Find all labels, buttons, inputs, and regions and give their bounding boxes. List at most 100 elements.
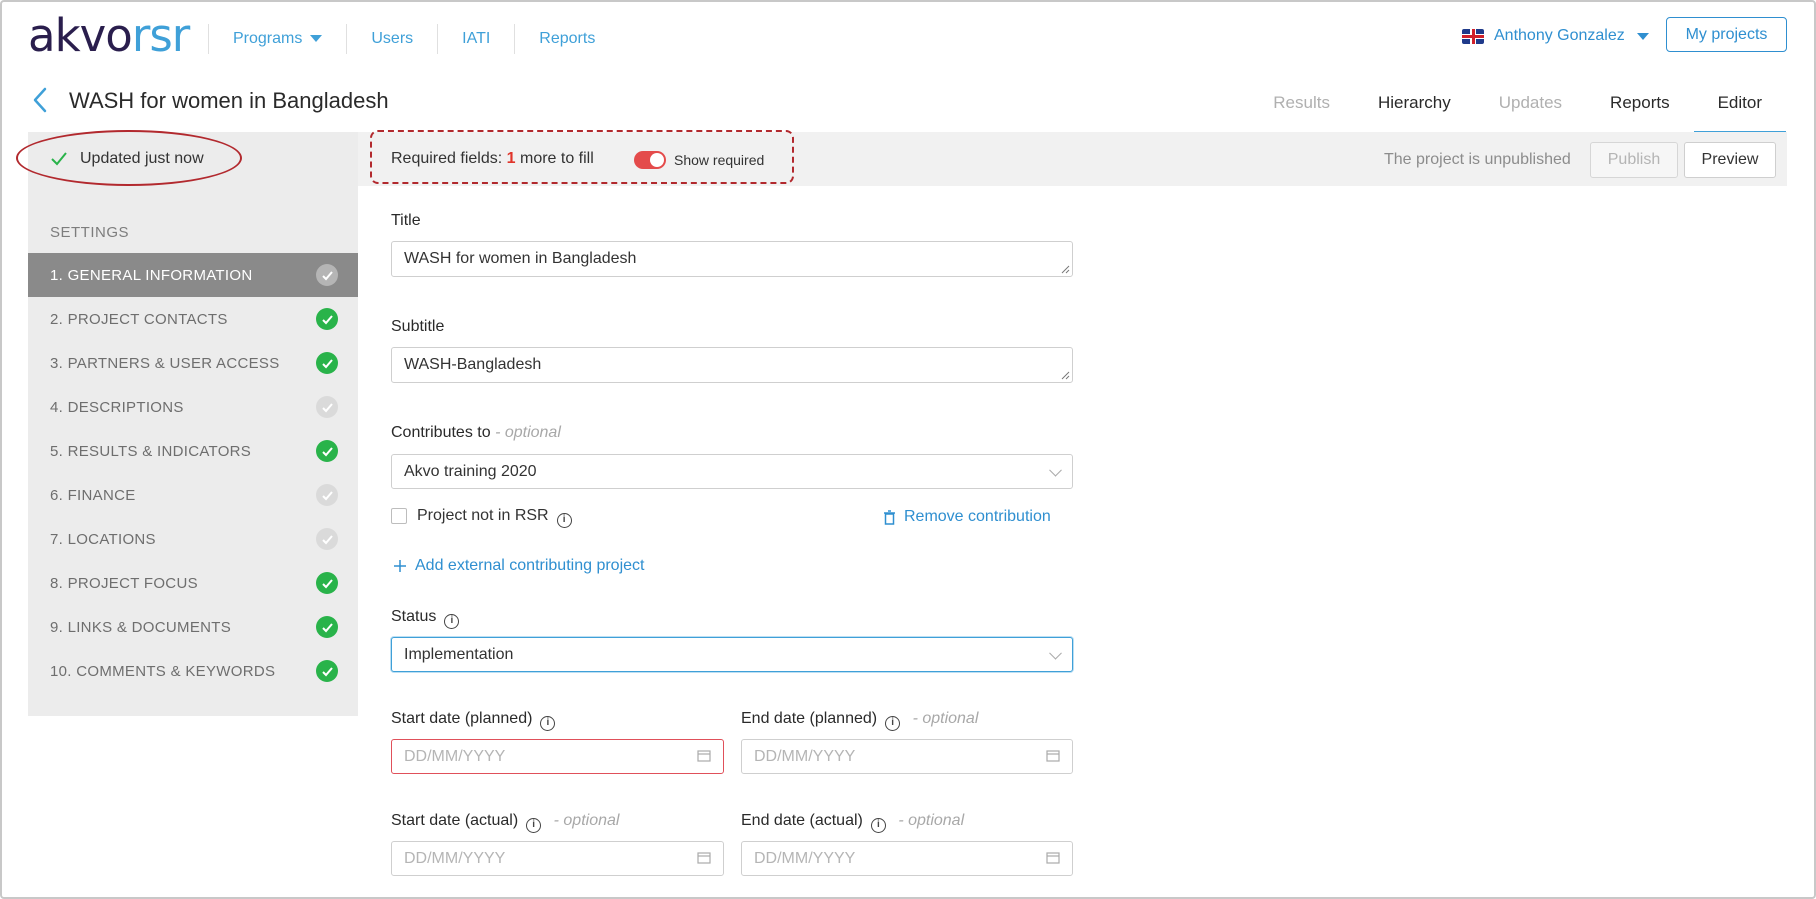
contributes-select[interactable]: Akvo training 2020 xyxy=(391,454,1073,489)
check-circle-icon xyxy=(316,616,338,638)
chevron-down-icon xyxy=(1636,32,1649,40)
date-placeholder: DD/MM/YYYY xyxy=(404,747,506,765)
sidebar-item-label: 8. PROJECT FOCUS xyxy=(50,574,198,592)
add-external-text: Add external contributing project xyxy=(415,557,645,574)
not-in-rsr-label: Project not in RSR i xyxy=(417,507,572,528)
sidebar-item-label: 5. RESULTS & INDICATORS xyxy=(50,442,252,460)
check-icon xyxy=(51,152,67,166)
end-actual-input[interactable]: DD/MM/YYYY xyxy=(741,841,1073,876)
page-title: WASH for women in Bangladesh xyxy=(69,88,389,113)
chevron-down-icon xyxy=(1049,463,1062,477)
calendar-icon[interactable] xyxy=(1046,749,1060,762)
logo-text-rsr: rsr xyxy=(131,9,190,62)
nav-programs[interactable]: Programs xyxy=(208,24,346,54)
sidebar-heading: SETTINGS xyxy=(50,224,130,241)
nav-iati[interactable]: IATI xyxy=(437,24,514,54)
sidebar-item[interactable]: 4. DESCRIPTIONS xyxy=(28,385,358,429)
info-icon[interactable]: i xyxy=(540,716,556,731)
end-actual-label: End date (actual) i - optional xyxy=(741,812,964,833)
subtitle-label: Subtitle xyxy=(391,318,445,335)
check-circle-icon xyxy=(316,484,338,506)
start-actual-input[interactable]: DD/MM/YYYY xyxy=(391,841,724,876)
sidebar-item[interactable]: 2. PROJECT CONTACTS xyxy=(28,297,358,341)
sidebar-item[interactable]: 5. RESULTS & INDICATORS xyxy=(28,429,358,473)
sidebar-item-label: 1. GENERAL INFORMATION xyxy=(50,266,253,284)
sidebar-item[interactable]: 10. COMMENTS & KEYWORDS xyxy=(28,649,358,693)
sidebar-item[interactable]: 6. FINANCE xyxy=(28,473,358,517)
my-projects-button[interactable]: My projects xyxy=(1666,17,1787,52)
subtitle-input[interactable]: WASH-Bangladesh xyxy=(391,347,1073,383)
status-label: Status i xyxy=(391,608,460,629)
show-required-toggle[interactable] xyxy=(634,151,666,169)
start-actual-text: Start date (actual) xyxy=(391,812,519,829)
nav-programs-label: Programs xyxy=(233,30,303,47)
sidebar-item-label: 7. LOCATIONS xyxy=(50,530,156,548)
project-tabs: Results Hierarchy Updates Reports Editor xyxy=(1249,78,1786,134)
sidebar-item[interactable]: 1. GENERAL INFORMATION xyxy=(28,253,358,297)
resize-handle-icon[interactable] xyxy=(1061,371,1070,380)
title-label: Title xyxy=(391,212,421,229)
tab-hierarchy[interactable]: Hierarchy xyxy=(1354,78,1475,134)
chevron-down-icon xyxy=(1049,646,1062,660)
required-fields-counter: Required fields: 1 more to fill xyxy=(391,150,594,168)
contributes-label-text: Contributes to xyxy=(391,424,491,441)
tab-results[interactable]: Results xyxy=(1249,78,1354,134)
sidebar-item-label: 2. PROJECT CONTACTS xyxy=(50,310,228,328)
add-external-project-link[interactable]: Add external contributing project xyxy=(393,557,644,575)
start-planned-label: Start date (planned) i xyxy=(391,710,556,731)
preview-button[interactable]: Preview xyxy=(1684,142,1776,178)
remove-contribution-text: Remove contribution xyxy=(904,508,1051,525)
akvo-rsr-logo[interactable]: akvorsr xyxy=(28,8,190,64)
check-circle-icon xyxy=(316,660,338,682)
status-label-text: Status xyxy=(391,608,437,625)
uk-flag-icon xyxy=(1462,28,1484,44)
show-required-label: Show required xyxy=(674,152,765,168)
sidebar-item[interactable]: 7. LOCATIONS xyxy=(28,517,358,561)
remove-contribution-link[interactable]: Remove contribution xyxy=(883,508,1051,526)
trash-icon xyxy=(884,509,895,525)
optional-tag: - optional xyxy=(898,812,965,829)
sidebar-item-label: 3. PARTNERS & USER ACCESS xyxy=(50,354,280,372)
resize-handle-icon[interactable] xyxy=(1061,265,1070,274)
info-icon[interactable]: i xyxy=(444,614,460,629)
end-planned-label: End date (planned) i - optional xyxy=(741,710,978,731)
publish-button[interactable]: Publish xyxy=(1590,142,1678,178)
user-name: Anthony Gonzalez xyxy=(1494,27,1625,44)
optional-tag: - optional xyxy=(495,424,561,441)
contributes-label: Contributes to - optional xyxy=(391,424,561,442)
settings-sidebar: SETTINGS 1. GENERAL INFORMATION 2. PROJEC… xyxy=(28,186,358,716)
info-icon[interactable]: i xyxy=(526,818,542,833)
required-suffix: more to fill xyxy=(519,150,594,167)
sidebar-item-label: 9. LINKS & DOCUMENTS xyxy=(50,618,232,636)
sidebar-item[interactable]: 8. PROJECT FOCUS xyxy=(28,561,358,605)
calendar-icon[interactable] xyxy=(697,749,711,762)
start-planned-input[interactable]: DD/MM/YYYY xyxy=(391,739,724,774)
status-value: Implementation xyxy=(404,645,514,663)
tab-editor[interactable]: Editor xyxy=(1693,78,1786,134)
end-planned-input[interactable]: DD/MM/YYYY xyxy=(741,739,1073,774)
subtitle-value: WASH-Bangladesh xyxy=(404,356,542,373)
required-prefix: Required fields: xyxy=(391,150,503,167)
tab-updates[interactable]: Updates xyxy=(1475,78,1586,134)
not-in-rsr-checkbox[interactable] xyxy=(391,508,407,524)
check-circle-icon xyxy=(316,396,338,418)
info-icon[interactable]: i xyxy=(885,716,901,731)
back-arrow-icon[interactable] xyxy=(30,86,52,114)
title-input[interactable]: WASH for women in Bangladesh xyxy=(391,241,1073,277)
status-select[interactable]: Implementation xyxy=(391,637,1073,672)
check-circle-icon xyxy=(316,352,338,374)
start-actual-label: Start date (actual) i - optional xyxy=(391,812,619,833)
date-placeholder: DD/MM/YYYY xyxy=(754,747,856,765)
date-placeholder: DD/MM/YYYY xyxy=(754,849,856,867)
info-icon[interactable]: i xyxy=(870,818,886,833)
info-icon[interactable]: i xyxy=(556,513,572,528)
user-menu[interactable]: Anthony Gonzalez xyxy=(1462,22,1649,50)
tab-reports[interactable]: Reports xyxy=(1586,78,1694,134)
sidebar-item[interactable]: 9. LINKS & DOCUMENTS xyxy=(28,605,358,649)
check-circle-icon xyxy=(316,572,338,594)
calendar-icon[interactable] xyxy=(1046,851,1060,864)
nav-reports[interactable]: Reports xyxy=(514,24,619,54)
calendar-icon[interactable] xyxy=(697,851,711,864)
sidebar-item[interactable]: 3. PARTNERS & USER ACCESS xyxy=(28,341,358,385)
nav-users[interactable]: Users xyxy=(346,24,437,54)
